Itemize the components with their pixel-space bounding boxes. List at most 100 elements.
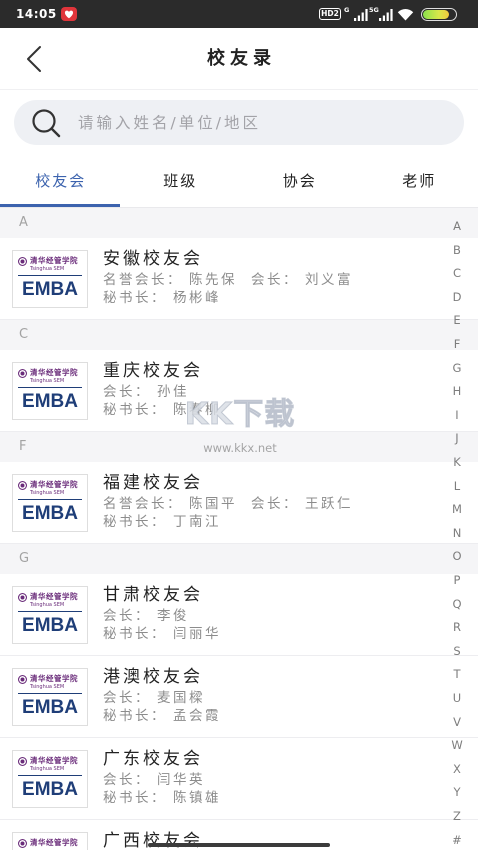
index-letter-n[interactable]: N [446, 526, 468, 541]
index-letter-e[interactable]: E [446, 313, 468, 328]
tsinghua-sem-emba-logo: 清华经管学院Tsinghua SEMEMBA [12, 750, 88, 808]
officer-entry: 会长： 王跃仁 [251, 496, 353, 512]
index-letter-l[interactable]: L [446, 479, 468, 494]
officer-role: 名誉会长： [103, 272, 183, 288]
alumni-item[interactable]: 清华经管学院 Tsinghua SEM EMBA 安徽校友会 名誉会长： 陈先保 会长： 刘义… [0, 238, 478, 320]
logo-header: 清华经管学院 [18, 838, 78, 848]
index-letter-b[interactable]: B [446, 243, 468, 258]
officer-role: 秘书长： [103, 514, 167, 530]
index-letter-p[interactable]: P [446, 573, 468, 588]
index-letter-g[interactable]: G [446, 361, 468, 376]
logo-school-name: 清华经管学院 [30, 756, 78, 765]
logo-english-name: Tsinghua SEM [30, 602, 65, 608]
logo-program-name: EMBA [22, 697, 78, 718]
index-letter-s[interactable]: S [446, 644, 468, 659]
university-seal-icon [18, 838, 27, 848]
officer-name: 闫丽华 [173, 626, 221, 642]
officer-role: 名誉会长： [103, 496, 183, 512]
section-letter: F [19, 439, 27, 454]
sim2-signal: 5G [369, 6, 393, 22]
officer-line: 会长： 孙佳 [103, 382, 189, 402]
tsinghua-sem-emba-logo: 清华经管学院Tsinghua SEMEMBA [12, 362, 88, 420]
search-input[interactable] [78, 100, 448, 145]
officer-entry: 名誉会长： 陈国平 [103, 496, 237, 512]
officer-role: 秘书长： [103, 402, 167, 418]
index-letter-x[interactable]: X [446, 762, 468, 777]
officer-role: 秘书长： [103, 708, 167, 724]
tab-associations[interactable]: 协会 [239, 158, 359, 207]
index-letter-z[interactable]: Z [446, 809, 468, 824]
index-letter-t[interactable]: T [446, 667, 468, 682]
index-letter-h[interactable]: H [446, 384, 468, 399]
officer-role: 会长： [103, 772, 151, 788]
alumni-list[interactable]: A 清华经管学院 Tsinghua SEM EMBA 安徽校友会 名誉会长： 陈先保 会长：刘… [0, 208, 478, 850]
index-letter-r[interactable]: R [446, 620, 468, 635]
officer-entry: 会长： 麦国樑 [103, 690, 205, 706]
university-seal-icon [18, 368, 27, 378]
logo-english-name: Tsinghua SEM [30, 378, 65, 384]
section-letter: G [19, 551, 30, 566]
logo-divider [18, 775, 82, 776]
officer-role: 会长： [103, 690, 151, 706]
tab-classes[interactable]: 班级 [120, 158, 240, 207]
index-letter-w[interactable]: W [446, 738, 468, 753]
section-letter: C [19, 327, 29, 342]
alumni-item[interactable]: 清华经管学院 Tsinghua SEM EMBA 福建校友会 名誉会长： 陈国平 会长： 王跃… [0, 462, 478, 544]
index-letter-o[interactable]: O [446, 549, 468, 564]
alumni-item[interactable]: 清华经管学院 Tsinghua SEM EMBA 广东校友会 会长： 闫华英 秘书长： 陈镇雄 [0, 738, 478, 820]
sim1-network-label: G [344, 6, 350, 14]
logo-school-name: 清华经管学院 [30, 480, 78, 489]
signal-bars-icon [354, 9, 368, 21]
tab-teachers[interactable]: 老师 [359, 158, 478, 207]
officer-entry: 秘书长： 丁南江 [103, 514, 221, 530]
index-letter-v[interactable]: V [446, 715, 468, 730]
index-letter-j[interactable]: J [446, 431, 468, 446]
signal-bars-icon [379, 9, 393, 21]
search-box[interactable] [14, 100, 464, 145]
sim1-signal: G [344, 6, 368, 22]
officer-name: 王跃仁 [305, 496, 353, 512]
section-letter: A [19, 215, 28, 230]
page-title: 校友录 [207, 48, 276, 69]
index-letter-y[interactable]: Y [446, 785, 468, 800]
index-letter-k[interactable]: K [446, 455, 468, 470]
logo-header: 清华经管学院 [18, 256, 78, 266]
index-letter-hash[interactable]: # [446, 833, 468, 848]
tab-alumni-associations[interactable]: 校友会 [0, 158, 120, 207]
alumni-item[interactable]: 清华经管学院 Tsinghua SEM EMBA 港澳校友会 会长： 麦国樑 秘书长： 孟会霞 [0, 656, 478, 738]
officer-entry: 秘书长： 闫丽华 [103, 626, 221, 642]
index-letter-c[interactable]: C [446, 266, 468, 281]
officer-name: 孟会霞 [173, 708, 221, 724]
index-letter-d[interactable]: D [446, 290, 468, 305]
logo-divider [18, 611, 82, 612]
tsinghua-sem-emba-logo: 清华经管学院Tsinghua SEMEMBA [12, 250, 88, 308]
active-tab-indicator [0, 204, 120, 207]
index-letter-f[interactable]: F [446, 337, 468, 352]
alumni-item[interactable]: 清华经管学院 Tsinghua SEM EMBA 重庆校友会 会长： 孙佳 秘书长： 陈春柳 [0, 350, 478, 432]
index-letter-i[interactable]: I [446, 408, 468, 423]
university-seal-icon [18, 674, 27, 684]
index-letter-u[interactable]: U [446, 691, 468, 706]
officer-role: 秘书长： [103, 790, 167, 806]
tab-label: 协会 [282, 172, 317, 190]
tsinghua-sem-emba-logo: 清华经管学院Tsinghua SEMEMBA [12, 586, 88, 644]
logo-school-name: 清华经管学院 [30, 592, 78, 601]
tab-label: 老师 [402, 172, 437, 190]
tsinghua-sem-emba-logo: 清华经管学院Tsinghua SEMEMBA [12, 832, 88, 850]
index-letter-m[interactable]: M [446, 502, 468, 517]
section-header: F [0, 432, 478, 462]
officer-entry: 秘书长： 陈春柳 [103, 402, 221, 418]
tsinghua-sem-emba-logo: 清华经管学院Tsinghua SEMEMBA [12, 474, 88, 532]
officer-entry: 会长： 李俊 [103, 608, 189, 624]
status-bar: 14:05 HD2 G 5G [0, 0, 478, 28]
back-button[interactable] [12, 41, 48, 77]
alumni-item[interactable]: 清华经管学院 Tsinghua SEM EMBA 甘肃校友会 会长： 李俊 秘书长： 闫丽华 [0, 574, 478, 656]
alumni-association-name: 广西校友会 [103, 831, 203, 850]
index-letter-a[interactable]: A [446, 219, 468, 234]
officer-role: 会长： [251, 272, 299, 288]
tab-bar: 校友会 班级 协会 老师 [0, 158, 478, 208]
officer-name: 刘义富 [305, 272, 353, 288]
index-letter-q[interactable]: Q [446, 597, 468, 612]
officer-line: 会长： 麦国樑 [103, 688, 205, 708]
logo-english-name: Tsinghua SEM [30, 684, 65, 690]
